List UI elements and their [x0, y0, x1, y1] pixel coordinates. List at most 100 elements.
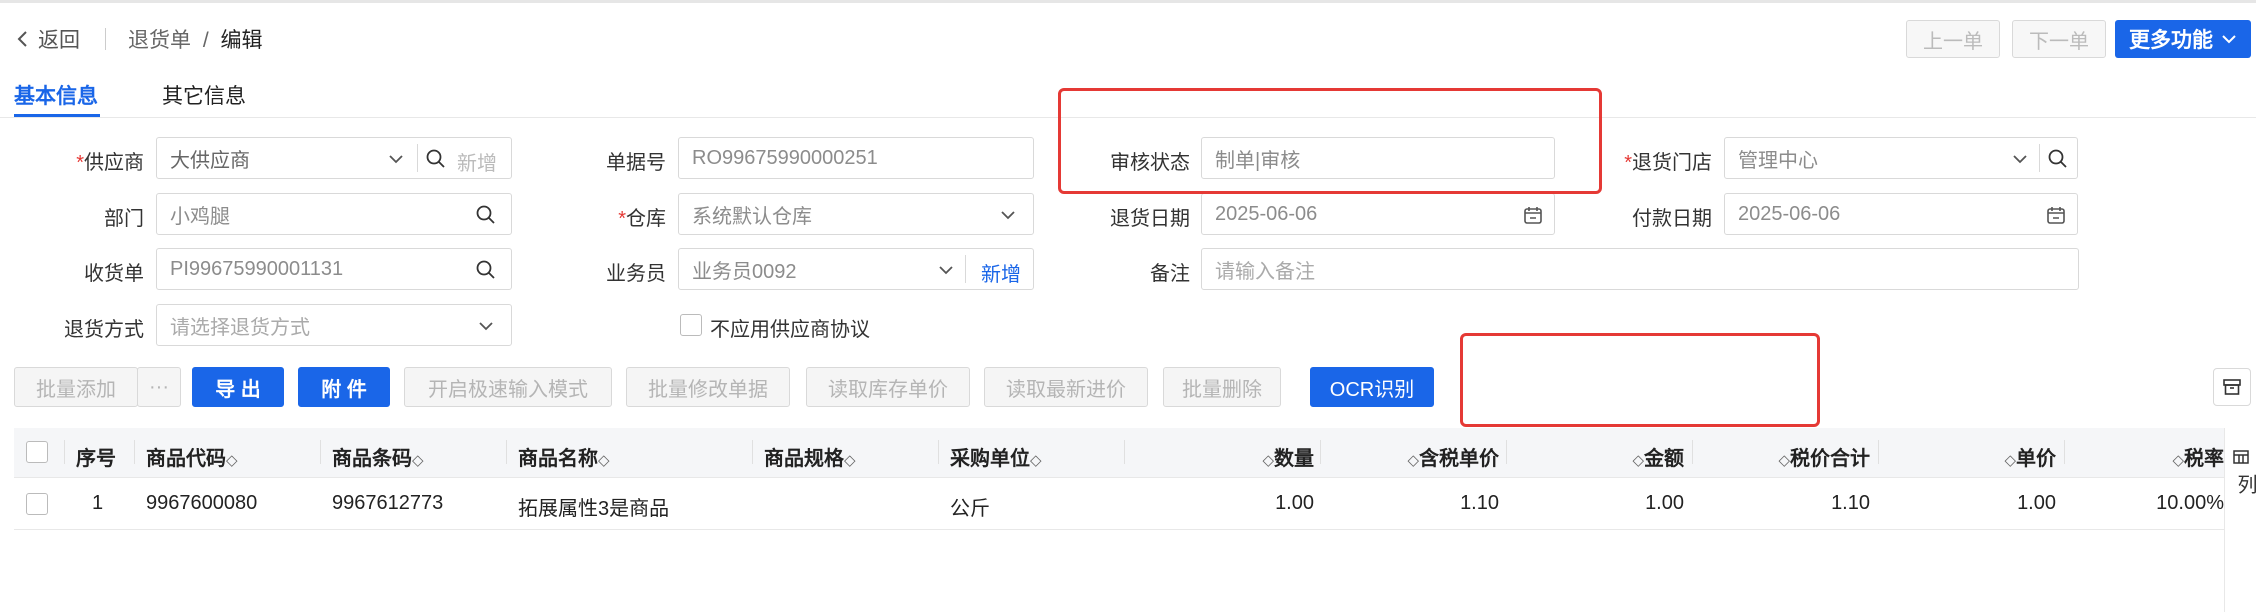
- warehouse-value: 系统默认仓库: [692, 205, 812, 228]
- read-stock-price-button[interactable]: 读取库存单价: [806, 367, 970, 407]
- more-functions-label: 更多功能: [2129, 29, 2213, 52]
- breadcrumb: 退货单 / 编辑: [128, 24, 263, 54]
- column-divider: [134, 440, 135, 464]
- attachment-button[interactable]: 附 件: [298, 367, 390, 407]
- search-icon[interactable]: [475, 259, 497, 281]
- column-divider: [320, 440, 321, 464]
- batch-delete-button[interactable]: 批量删除: [1163, 367, 1281, 407]
- calendar-icon: [2047, 207, 2065, 224]
- next-record-button[interactable]: 下一单: [2012, 20, 2106, 58]
- salesman-select[interactable]: 业务员0092 新增: [678, 248, 1034, 290]
- col-tax-price[interactable]: ◇含税单价: [1407, 442, 1499, 471]
- column-divider: [938, 440, 939, 464]
- back-button[interactable]: 返回: [16, 24, 80, 54]
- search-icon[interactable]: [2047, 148, 2069, 170]
- return-store-select[interactable]: 管理中心: [1724, 137, 2078, 179]
- supplier-add-link[interactable]: 新增: [457, 147, 497, 176]
- highlight-box-toolbar: [1460, 333, 1820, 427]
- col-price[interactable]: ◇单价: [2004, 442, 2056, 471]
- receipt-label: 收货单: [84, 263, 144, 285]
- department-field[interactable]: 小鸡腿: [156, 193, 512, 235]
- search-icon[interactable]: [475, 204, 497, 226]
- salesman-value: 业务员0092: [692, 260, 797, 283]
- archive-icon: [2223, 379, 2241, 395]
- active-tab-indicator: [14, 114, 100, 117]
- archive-button[interactable]: [2213, 368, 2251, 406]
- row-checkbox[interactable]: [26, 493, 48, 515]
- chevron-down-icon: [939, 266, 953, 275]
- table-header: 序号 商品代码◇ 商品条码◇ 商品名称◇ 商品规格◇ 采购单位◇ ◇数量 ◇含税…: [14, 428, 2224, 478]
- supplier-select[interactable]: 大供应商 新增: [156, 137, 512, 179]
- no-supplier-agreement-checkbox[interactable]: [680, 314, 702, 336]
- col-amount[interactable]: ◇金额: [1632, 442, 1684, 471]
- doc-no-value: RO99675990000251: [692, 146, 878, 169]
- batch-add-more-button[interactable]: ···: [137, 367, 181, 407]
- col-qty[interactable]: ◇数量: [1262, 442, 1314, 471]
- breadcrumb-divider: [105, 28, 106, 50]
- remark-input[interactable]: 请输入备注: [1201, 248, 2079, 290]
- column-divider: [1878, 440, 1879, 464]
- no-supplier-agreement-label: 不应用供应商协议: [710, 319, 870, 341]
- more-functions-button[interactable]: 更多功能: [2115, 20, 2251, 58]
- columns-icon: [2233, 450, 2249, 464]
- chevron-down-icon: [479, 322, 493, 331]
- search-icon[interactable]: [425, 148, 447, 170]
- column-settings-label: 列: [2234, 474, 2256, 494]
- cell-seq: 1: [92, 492, 104, 514]
- column-divider: [64, 440, 65, 464]
- supplier-value: 大供应商: [170, 149, 250, 172]
- fast-input-mode-button[interactable]: 开启极速输入模式: [404, 367, 612, 407]
- chevron-down-icon: [1001, 211, 1015, 220]
- breadcrumb-parent[interactable]: 退货单: [128, 29, 191, 52]
- cell-code: 9967600080: [146, 492, 258, 514]
- pay-date-label: 付款日期: [1632, 208, 1712, 230]
- receipt-field[interactable]: PI99675990001131: [156, 248, 512, 290]
- field-divider: [965, 255, 966, 283]
- top-strip: [0, 0, 2256, 3]
- receipt-value: PI99675990001131: [170, 257, 344, 280]
- supplier-label: *供应商: [76, 152, 144, 174]
- warehouse-select[interactable]: 系统默认仓库: [678, 193, 1034, 235]
- chevron-down-icon: [2222, 35, 2236, 44]
- read-latest-price-button[interactable]: 读取最新进价: [984, 367, 1148, 407]
- export-button[interactable]: 导 出: [192, 367, 284, 407]
- column-divider: [1692, 440, 1693, 464]
- highlight-box-audit-status: [1058, 88, 1602, 194]
- column-divider: [1506, 440, 1507, 464]
- return-date-picker[interactable]: 2025-06-06: [1201, 193, 1555, 235]
- pay-date-picker[interactable]: 2025-06-06: [1724, 193, 2078, 235]
- select-all-checkbox[interactable]: [26, 441, 48, 463]
- salesman-add-link[interactable]: 新增: [981, 258, 1021, 287]
- batch-add-button[interactable]: 批量添加: [14, 367, 138, 407]
- col-name[interactable]: 商品名称◇: [518, 442, 610, 471]
- top-bar: 返回 退货单 / 编辑 上一单 下一单 更多功能: [0, 0, 2256, 70]
- tab-other-info[interactable]: 其它信息: [162, 80, 246, 110]
- field-divider: [417, 144, 418, 172]
- column-settings-panel[interactable]: 列: [2224, 428, 2256, 612]
- col-spec[interactable]: 商品规格◇: [764, 442, 856, 471]
- col-unit[interactable]: 采购单位◇: [950, 442, 1042, 471]
- chevron-down-icon: [2013, 155, 2027, 164]
- tab-basic-info[interactable]: 基本信息: [14, 80, 98, 110]
- return-method-select[interactable]: 请选择退货方式: [156, 304, 512, 346]
- ocr-button[interactable]: OCR识别: [1310, 367, 1434, 407]
- col-code[interactable]: 商品代码◇: [146, 442, 238, 471]
- calendar-icon: [1524, 207, 1542, 224]
- chevron-left-icon: [17, 31, 27, 47]
- col-barcode[interactable]: 商品条码◇: [332, 442, 424, 471]
- column-divider: [752, 440, 753, 464]
- batch-modify-button[interactable]: 批量修改单据: [626, 367, 790, 407]
- prev-record-button[interactable]: 上一单: [1906, 20, 2000, 58]
- remark-label: 备注: [1150, 263, 1190, 285]
- doc-no-field: RO99675990000251: [678, 137, 1034, 179]
- breadcrumb-separator: /: [202, 29, 209, 52]
- breadcrumb-current: 编辑: [220, 29, 263, 52]
- cell-amount: 1.00: [1645, 492, 1684, 514]
- column-divider: [2064, 440, 2065, 464]
- cell-price: 1.00: [2017, 492, 2056, 514]
- col-tax-total[interactable]: ◇税价合计: [1778, 442, 1870, 471]
- cell-name: 拓展属性3是商品: [518, 498, 670, 520]
- cell-unit: 公斤: [950, 498, 990, 520]
- col-tax-rate[interactable]: ◇税率: [2172, 442, 2224, 471]
- table-row[interactable]: 1 9967600080 9967612773 拓展属性3是商品 公斤 1.00…: [14, 478, 2224, 530]
